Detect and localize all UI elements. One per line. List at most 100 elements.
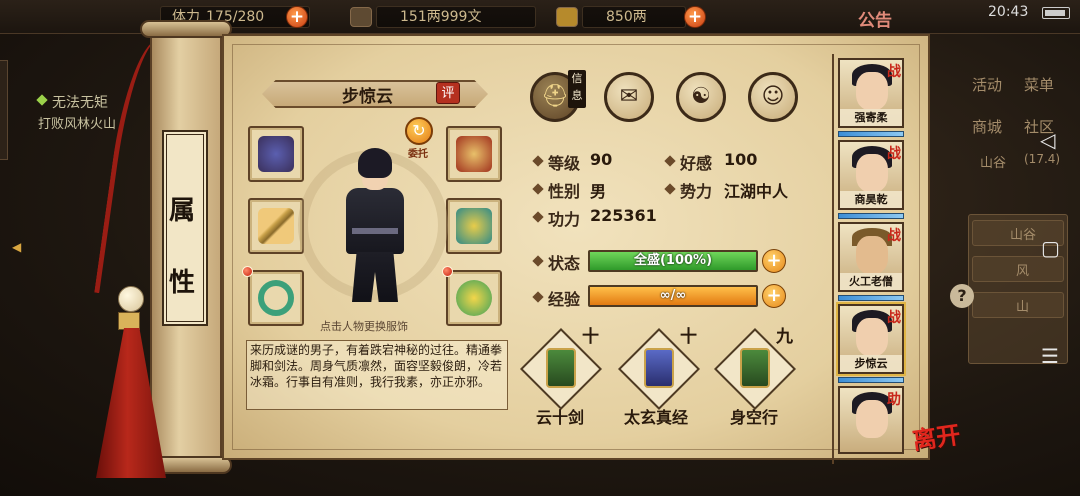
roster-member[interactable]: 助 <box>838 386 904 454</box>
review-button[interactable]: 评 <box>436 82 460 104</box>
tab-taiji[interactable]: ☯ <box>676 72 726 122</box>
favor-value: 100 <box>724 150 758 169</box>
battle-tag: 战 <box>887 310 901 326</box>
status-label: 状态 <box>548 254 581 273</box>
skill-2-level: 十 <box>680 327 697 347</box>
crown-icon <box>456 136 492 172</box>
character-belt <box>352 228 398 234</box>
skill-2-name: 太玄真经 <box>624 408 689 427</box>
quest-desc[interactable]: 打败风林火山 <box>38 113 116 132</box>
roster-name: 强寄柔 <box>840 109 902 126</box>
area-item-1-label: 山谷 <box>1010 228 1037 243</box>
status-bar-text: 全盛(100%) <box>633 253 713 268</box>
battery-icon <box>1042 7 1070 19</box>
entrust-label[interactable]: 委托 <box>408 145 428 160</box>
battle-tag: 战 <box>887 146 901 162</box>
armor-icon <box>456 208 492 244</box>
pendant-icon <box>456 280 492 316</box>
skill-3-name: 身空行 <box>730 408 779 427</box>
change-outfit-hint: 点击人物更换服饰 <box>320 320 408 333</box>
roster-name: 火工老僧 <box>840 273 902 290</box>
menu-shop[interactable]: 商城 <box>972 116 1002 137</box>
roster-member[interactable]: 战 火工老僧 <box>838 222 904 292</box>
new-item-dot <box>442 266 453 277</box>
portrait-face <box>856 318 888 356</box>
taiji-icon: ☯ <box>691 84 711 109</box>
add-stamina-button[interactable]: + <box>286 6 308 28</box>
help-icon[interactable]: ? <box>950 284 974 308</box>
exp-bar-text: ∞/∞ <box>659 288 687 303</box>
gloves-icon <box>258 136 294 172</box>
leave-button[interactable]: 离开 <box>910 415 962 456</box>
roster-name: 商昊乾 <box>840 191 902 208</box>
area-level: (17.4) <box>1024 152 1061 166</box>
bag-icon: ✉ <box>619 84 639 109</box>
equip-slot-headgear[interactable] <box>446 126 502 182</box>
menu-main[interactable]: 菜单 <box>1024 74 1054 95</box>
roster-name: 步惊云 <box>840 355 902 372</box>
skill-1-name: 云十剑 <box>536 408 585 427</box>
equip-slot-armor[interactable] <box>446 198 502 254</box>
scroll-book-icon <box>546 348 576 388</box>
page-title-char-2: 性 <box>169 268 196 298</box>
exp-label: 经验 <box>548 290 581 309</box>
roster-member[interactable]: 战 强寄柔 <box>838 58 904 128</box>
gender-value: 男 <box>590 182 607 201</box>
battle-tag: 战 <box>887 228 901 244</box>
gold-ingot-icon <box>556 7 578 27</box>
jade-ring-icon <box>258 280 294 316</box>
menu-activity[interactable]: 活动 <box>972 74 1002 95</box>
equip-slot-ring[interactable] <box>248 270 304 326</box>
portrait-face <box>856 400 888 438</box>
character-name: 步惊云 <box>342 87 393 107</box>
member-hp-bar <box>838 213 904 219</box>
favor-label: 好感 <box>680 154 713 173</box>
area-item-2-label: 风 <box>1016 264 1030 279</box>
scroll-book-icon <box>740 348 770 388</box>
roster-member-selected[interactable]: 战 步惊云 <box>838 304 904 374</box>
faction-value: 江湖中人 <box>724 182 789 201</box>
tab-info-label: 信息 <box>568 70 586 108</box>
portrait-face <box>856 72 888 110</box>
entrust-icon[interactable]: ↻ <box>405 117 433 145</box>
exp-bar: ∞/∞ <box>588 285 758 307</box>
scroll-roll-cap-top <box>140 20 232 38</box>
level-value: 90 <box>590 150 613 169</box>
area-item-3-label: 山 <box>1016 300 1030 315</box>
gold-value: 850两 <box>606 9 647 25</box>
add-gold-button[interactable]: + <box>684 6 706 28</box>
equip-slot-gloves[interactable] <box>248 126 304 182</box>
skill-3-level: 九 <box>776 327 793 347</box>
expand-left-icon[interactable]: ◀ <box>12 240 21 254</box>
equip-slot-weapon[interactable] <box>248 198 304 254</box>
sword-icon <box>258 208 294 244</box>
menu-nav-icon[interactable]: ☰ <box>1041 344 1059 368</box>
notice-button[interactable]: 公告 <box>858 6 892 31</box>
tab-meridian[interactable]: ☺ <box>748 72 798 122</box>
page-title-char-1: 属 <box>169 196 196 226</box>
status-bar: 全盛(100%) <box>588 250 758 272</box>
character-hair <box>358 148 392 178</box>
left-drawer-handle[interactable] <box>0 60 8 160</box>
add-exp-button[interactable]: + <box>762 284 786 308</box>
roster-member[interactable]: 战 商昊乾 <box>838 140 904 210</box>
area-label: 山谷 <box>980 156 1007 171</box>
member-hp-bar <box>838 377 904 383</box>
new-item-dot <box>242 266 253 277</box>
home-nav-icon[interactable]: ▢ <box>1041 236 1060 260</box>
member-hp-bar <box>838 131 904 137</box>
tassel-cap <box>118 312 140 330</box>
scroll-book-icon <box>644 348 674 388</box>
back-nav-icon[interactable]: ◁ <box>1040 128 1055 152</box>
copper-coin-icon <box>350 7 372 27</box>
level-label: 等级 <box>548 154 581 173</box>
equip-slot-accessory[interactable] <box>446 270 502 326</box>
money-value: 151两999文 <box>400 9 482 25</box>
restore-status-button[interactable]: + <box>762 249 786 273</box>
character-body[interactable] <box>346 188 404 254</box>
gender-label: 性别 <box>548 182 581 201</box>
power-label: 功力 <box>548 210 581 229</box>
assist-tag: 助 <box>887 392 901 408</box>
tab-bag[interactable]: ✉ <box>604 72 654 122</box>
quest-title[interactable]: 无法无矩 <box>52 92 108 112</box>
